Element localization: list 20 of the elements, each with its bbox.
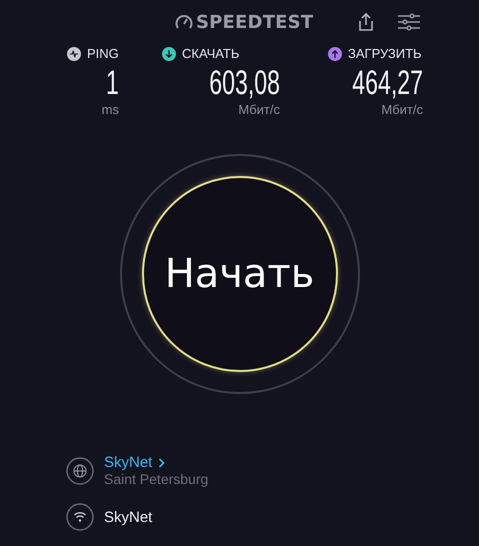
- metric-value: 1: [106, 65, 119, 101]
- metric-label: ЗАГРУЗИТЬ: [348, 46, 422, 61]
- metric-label: PING: [87, 46, 119, 61]
- share-icon[interactable]: [358, 12, 374, 32]
- connection-name: SkyNet: [104, 508, 152, 526]
- metric-value: 603,08: [209, 65, 280, 101]
- gauge-icon: [175, 14, 193, 30]
- provider-link[interactable]: SkyNet: [104, 454, 208, 471]
- metric-unit: Мбит/с: [381, 102, 423, 117]
- start-button[interactable]: Начать: [142, 176, 338, 372]
- globe-icon: [66, 456, 94, 484]
- settings-icon[interactable]: [397, 13, 422, 31]
- metric-label: СКАЧАТЬ: [182, 46, 240, 61]
- server-location: Saint Petersburg: [104, 471, 208, 487]
- metric-unit: ms: [102, 102, 119, 117]
- logo-text: SPEEDTEST: [196, 12, 314, 32]
- metric-unit: Мбит/с: [238, 102, 280, 117]
- wifi-icon: [66, 503, 94, 531]
- chevron-icon: [158, 458, 166, 468]
- metric-value: 464,27: [352, 65, 423, 101]
